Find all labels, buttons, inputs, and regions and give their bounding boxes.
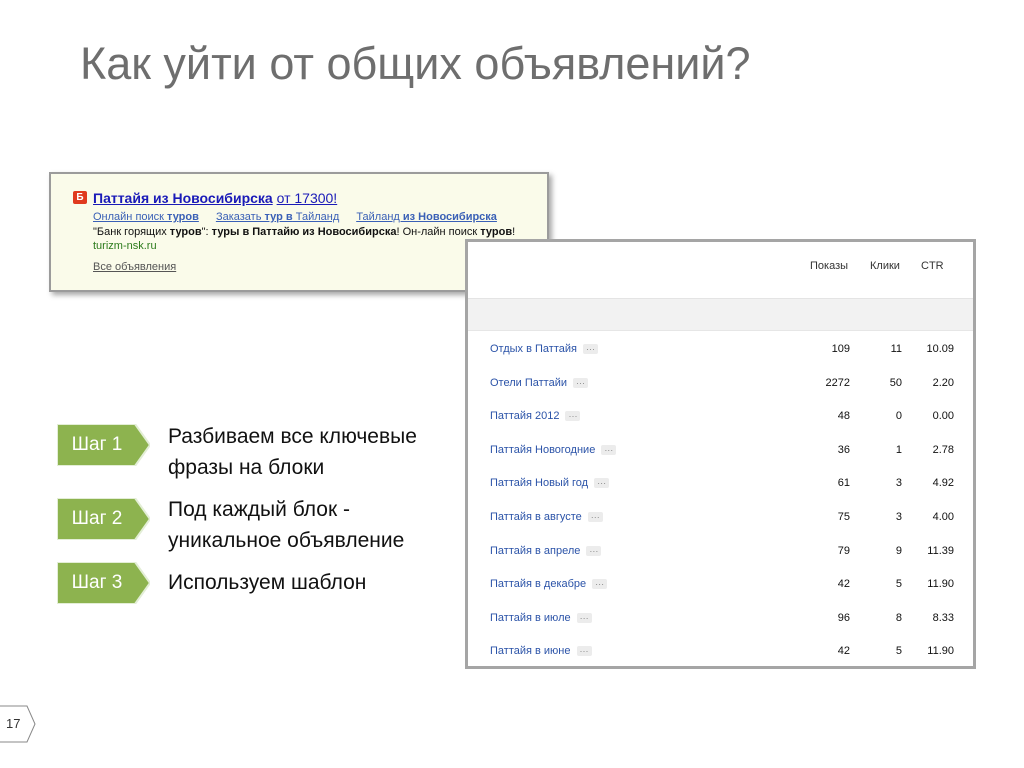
cell-shows: 2272 xyxy=(825,376,850,389)
keyword-link[interactable]: Отели Паттайи ··· xyxy=(490,377,588,389)
more-options-icon[interactable]: ··· xyxy=(576,612,592,623)
step-2-text: Под каждый блок - уникальное объявление xyxy=(168,498,405,552)
step-1-badge: Шаг 1 xyxy=(57,424,150,466)
ad-title-link[interactable]: Паттайя из Новосибирска от 17300! xyxy=(93,190,337,206)
cell-shows: 42 xyxy=(837,578,850,591)
step-3-badge: Шаг 3 xyxy=(57,562,150,604)
cell-shows: 96 xyxy=(837,611,850,624)
ad-title-rest: от 17300! xyxy=(276,190,338,206)
cell-shows: 109 xyxy=(831,343,850,355)
cell-ctr: 11.90 xyxy=(927,578,954,591)
ad-title-line: Б Паттайя из Новосибирска от 17300! xyxy=(73,190,547,208)
ad-favicon-icon: Б xyxy=(73,191,87,204)
cell-clicks: 3 xyxy=(895,510,902,523)
step-label: Шаг 2 xyxy=(71,508,123,529)
table-row: Паттайя в июле ··· 96 8 8.33 xyxy=(468,600,973,634)
cell-clicks: 0 xyxy=(895,410,902,423)
cell-clicks: 11 xyxy=(890,343,902,355)
cell-shows: 42 xyxy=(837,645,850,658)
col-header-ctr[interactable]: CTR xyxy=(921,260,944,272)
more-options-icon[interactable]: ··· xyxy=(592,579,608,590)
cell-ctr: 2.78 xyxy=(932,443,954,456)
keyword-link[interactable]: Отдых в Паттайя ··· xyxy=(490,343,598,355)
keyword-link[interactable]: Паттайя в июне ··· xyxy=(490,645,592,657)
more-options-icon[interactable]: ··· xyxy=(587,512,603,523)
more-options-icon[interactable]: ··· xyxy=(576,646,592,657)
table-row: Паттайя в августе ··· 75 3 4.00 xyxy=(468,499,973,533)
step-3-text: Используем шаблон xyxy=(168,571,367,594)
cell-ctr: 10.09 xyxy=(926,343,954,355)
cell-shows: 79 xyxy=(837,544,850,557)
ad-sitelink[interactable]: Онлайн поиск туров xyxy=(93,211,199,223)
slide-title: Как уйти от общих объявлений? xyxy=(80,38,751,89)
more-options-icon[interactable]: ··· xyxy=(594,478,610,489)
ad-title-bold: Паттайя из Новосибирска xyxy=(93,190,273,206)
keyword-link[interactable]: Паттайя Новогодние ··· xyxy=(490,444,617,456)
cell-ctr: 8.33 xyxy=(932,611,954,624)
page-number-badge: 17 xyxy=(0,705,40,743)
cell-clicks: 3 xyxy=(895,477,902,490)
cell-ctr: 0.00 xyxy=(932,410,954,423)
cell-clicks: 50 xyxy=(889,376,902,389)
step-1-text: Разбиваем все ключевые фразы на блоки xyxy=(168,425,417,479)
cell-shows: 48 xyxy=(837,410,850,423)
col-header-clicks[interactable]: Клики xyxy=(870,260,900,272)
table-body: Отдых в Паттайя ··· 109 11 10.09 Отели Паттай… xyxy=(468,331,973,666)
cell-ctr: 11.39 xyxy=(927,544,954,557)
step-label: Шаг 1 xyxy=(71,434,123,455)
table-row: Паттайя Новогодние ··· 36 1 2.78 xyxy=(468,432,973,466)
table-row: Паттайя в декабре ··· 42 5 11.90 xyxy=(468,566,973,600)
cell-clicks: 9 xyxy=(895,544,902,557)
cell-ctr: 4.92 xyxy=(932,477,954,490)
cell-clicks: 5 xyxy=(895,578,902,591)
more-options-icon[interactable]: ··· xyxy=(582,344,598,355)
ad-sitelinks: Онлайн поиск туров Заказать тур в Тайлан… xyxy=(93,211,547,223)
step-2-badge: Шаг 2 xyxy=(57,498,150,540)
table-row: Отдых в Паттайя ··· 109 11 10.09 xyxy=(468,331,973,365)
cell-shows: 61 xyxy=(837,477,850,490)
keyword-stats-table: Показы Клики CTR Отдых в Паттайя ··· 109 11… xyxy=(465,239,976,669)
table-subheader xyxy=(468,299,973,331)
keyword-link[interactable]: Паттайя в августе ··· xyxy=(490,511,603,523)
table-row: Паттайя в апреле ··· 79 9 11.39 xyxy=(468,533,973,567)
page-number: 17 xyxy=(6,716,21,731)
more-options-icon[interactable]: ··· xyxy=(565,411,581,422)
cell-clicks: 8 xyxy=(895,611,902,624)
keyword-link[interactable]: Паттайя в декабре ··· xyxy=(490,578,608,590)
cell-clicks: 1 xyxy=(895,443,902,456)
cell-ctr: 4.00 xyxy=(932,510,954,523)
cell-ctr: 2.20 xyxy=(932,376,954,389)
cell-shows: 75 xyxy=(837,510,850,523)
ad-sitelink[interactable]: Заказать тур в Тайланд xyxy=(216,211,339,223)
keyword-link[interactable]: Паттайя 2012 ··· xyxy=(490,410,581,422)
step-label: Шаг 3 xyxy=(71,572,123,593)
cell-shows: 36 xyxy=(837,443,850,456)
ad-sitelink[interactable]: Тайланд из Новосибирска xyxy=(356,211,497,223)
keyword-link[interactable]: Паттайя Новый год ··· xyxy=(490,477,610,489)
keyword-link[interactable]: Паттайя в июле ··· xyxy=(490,612,592,624)
more-options-icon[interactable]: ··· xyxy=(586,545,602,556)
table-row: Отели Паттайи ··· 2272 50 2.20 xyxy=(468,365,973,399)
ad-body-text: "Банк горящих туров": туры в Паттайю из … xyxy=(93,226,516,238)
table-header: Показы Клики CTR xyxy=(468,242,973,299)
table-row: Паттайя в июне ··· 42 5 11.90 xyxy=(468,633,973,666)
col-header-shows[interactable]: Показы xyxy=(810,260,848,272)
table-row: Паттайя Новый год ··· 61 3 4.92 xyxy=(468,465,973,499)
more-options-icon[interactable]: ··· xyxy=(572,377,588,388)
cell-clicks: 5 xyxy=(895,645,902,658)
cell-ctr: 11.90 xyxy=(927,645,954,658)
keyword-link[interactable]: Паттайя в апреле ··· xyxy=(490,545,602,557)
more-options-icon[interactable]: ··· xyxy=(601,444,617,455)
table-row: Паттайя 2012 ··· 48 0 0.00 xyxy=(468,398,973,432)
